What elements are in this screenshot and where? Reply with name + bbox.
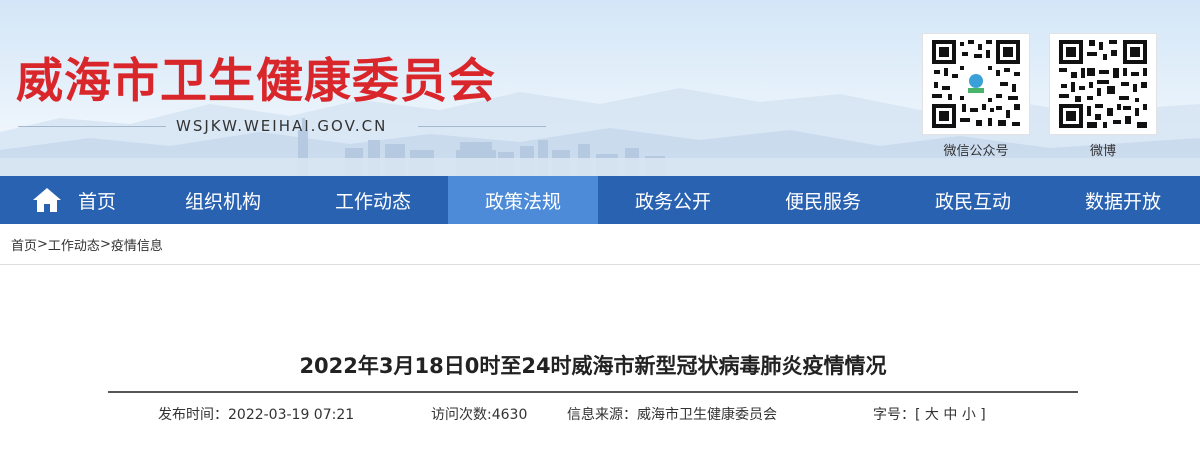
visit-count-value: 4630 (491, 407, 528, 423)
url-divider-right (418, 126, 546, 127)
info-source-label: 信息来源： (567, 407, 637, 423)
weibo-qr-label: 微博 (1089, 144, 1116, 159)
nav-item-interaction[interactable]: 政民互动 (898, 176, 1048, 224)
site-url: WSJKW.WEIHAI.GOV.CN (176, 117, 388, 135)
weibo-qr-icon[interactable] (1049, 33, 1157, 135)
home-icon (32, 188, 61, 212)
nav-item-policy[interactable]: 政策法规 (448, 176, 598, 224)
wechat-qr-icon[interactable] (922, 33, 1030, 135)
font-size-bracket-close: ] (980, 407, 986, 423)
nav-item-home[interactable]: 首页 (0, 176, 148, 224)
info-source-value: 威海市卫生健康委员会 (637, 407, 777, 423)
title-divider (108, 391, 1078, 393)
main-nav: 首页 组织机构 工作动态 政策法规 政务公开 便民服务 政民互动 数据开放 (0, 176, 1200, 224)
breadcrumb: 首页 > 工作动态 > 疫情信息 (0, 224, 1200, 265)
wechat-qr-label: 微信公众号 (943, 144, 1009, 159)
font-size-label: 字号： (873, 407, 915, 423)
nav-item-label: 首页 (77, 190, 116, 213)
publish-time-value: 2022-03-19 07:21 (228, 407, 355, 423)
font-size-control: 字号：[ 大 中 小 ] (873, 404, 986, 424)
nav-item-services[interactable]: 便民服务 (748, 176, 898, 224)
publish-time: 发布时间：2022-03-19 07:21 (158, 404, 354, 424)
site-banner: 威海市卫生健康委员会 WSJKW.WEIHAI.GOV.CN 微信公众号 微博 (0, 0, 1200, 176)
nav-item-open-data[interactable]: 数据开放 (1048, 176, 1198, 224)
breadcrumb-work-news-link[interactable]: 工作动态 (48, 235, 100, 254)
breadcrumb-epidemic-link[interactable]: 疫情信息 (111, 235, 163, 254)
url-divider-left (18, 126, 166, 127)
info-source: 信息来源：威海市卫生健康委员会 (567, 404, 777, 424)
font-size-small-button[interactable]: 小 (962, 407, 976, 423)
publish-time-label: 发布时间： (158, 407, 228, 423)
nav-item-organization[interactable]: 组织机构 (148, 176, 298, 224)
breadcrumb-separator: > (99, 236, 111, 252)
nav-item-gov-affairs[interactable]: 政务公开 (598, 176, 748, 224)
visit-count-label: 访问次数: (431, 407, 492, 423)
nav-item-work-news[interactable]: 工作动态 (298, 176, 448, 224)
weibo-qr-block[interactable]: 微博 (1049, 33, 1157, 159)
breadcrumb-separator: > (37, 236, 48, 252)
site-title[interactable]: 威海市卫生健康委员会 (16, 42, 496, 111)
font-size-medium-button[interactable]: 中 (943, 407, 957, 423)
font-size-bracket-open: [ (915, 407, 921, 423)
wechat-qr-block[interactable]: 微信公众号 (922, 33, 1030, 159)
breadcrumb-home-link[interactable]: 首页 (11, 235, 37, 254)
font-size-large-button[interactable]: 大 (925, 407, 939, 423)
article-title: 2022年3月18日0时至24时威海市新型冠状病毒肺炎疫情情况 (299, 354, 887, 378)
visit-count: 访问次数:4630 (431, 404, 527, 424)
